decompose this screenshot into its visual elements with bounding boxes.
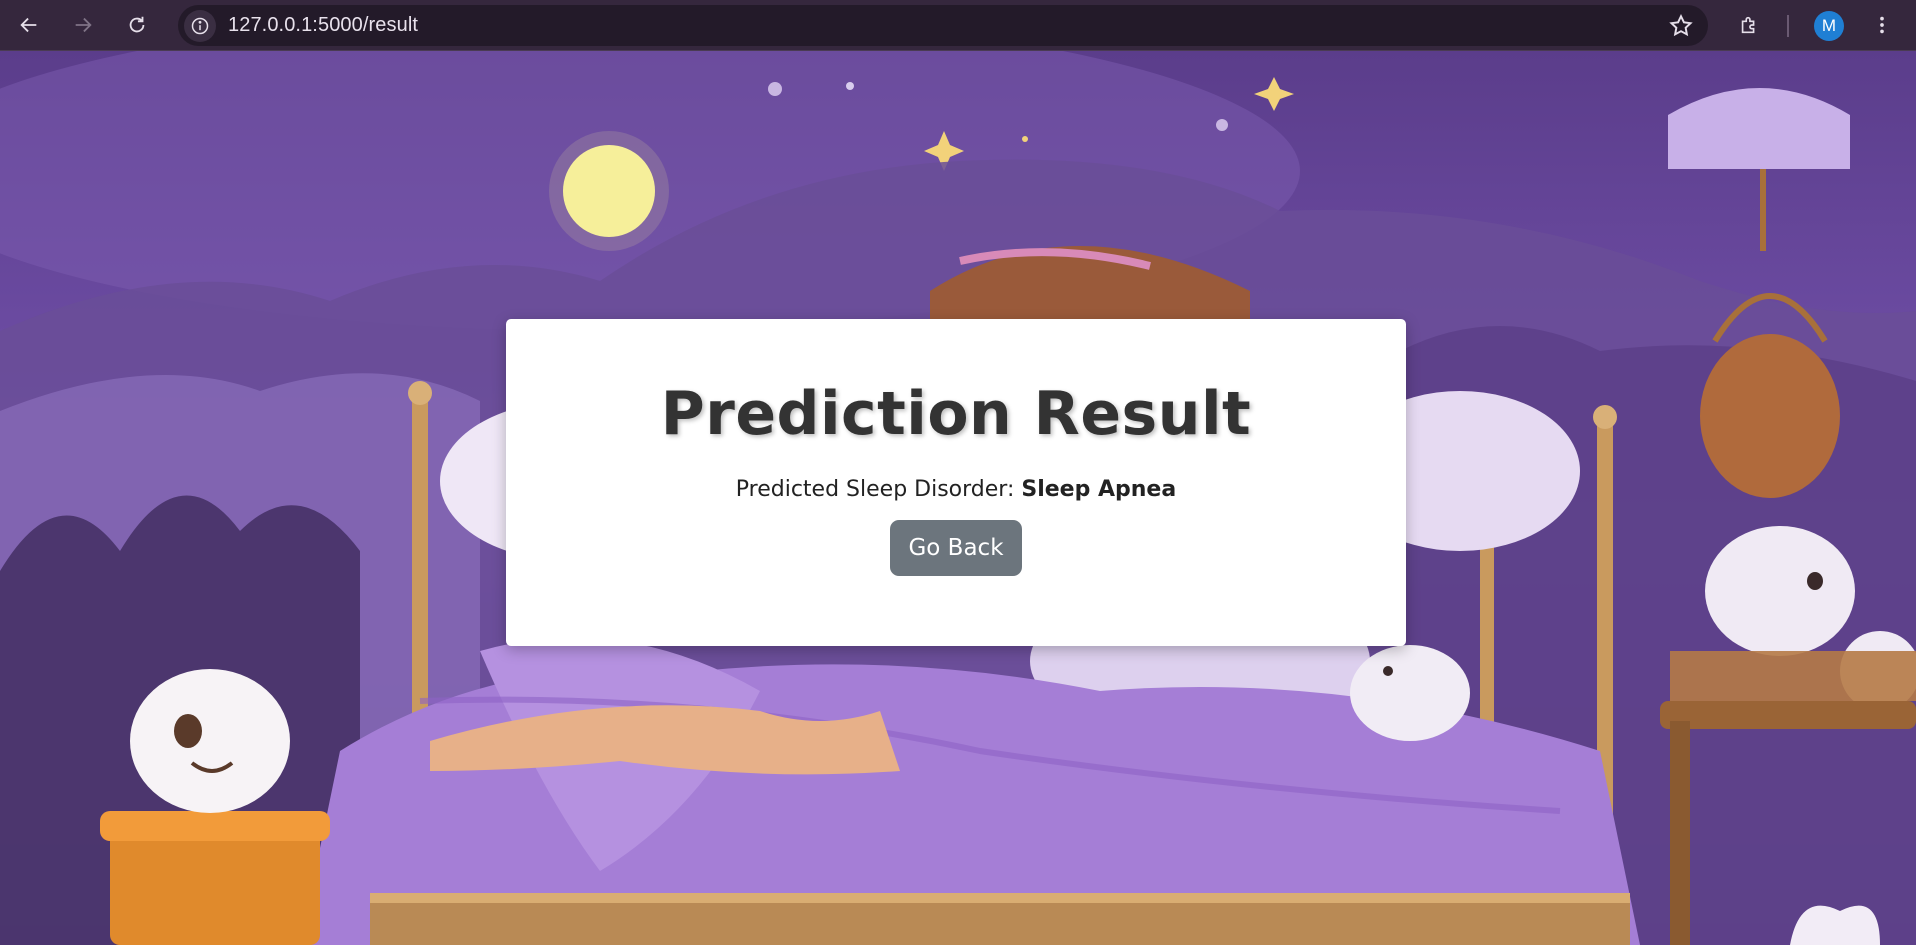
- prediction-value: Sleep Apnea: [1021, 477, 1177, 502]
- reload-button[interactable]: [119, 7, 155, 43]
- puzzle-icon: [1741, 16, 1755, 34]
- browser-menu-button[interactable]: [1864, 7, 1900, 43]
- prediction-text: Predicted Sleep Disorder: Sleep Apnea: [506, 477, 1406, 502]
- page-viewport: Prediction Result Predicted Sleep Disord…: [0, 51, 1916, 945]
- back-button[interactable]: [11, 7, 47, 43]
- forward-arrow-icon: [75, 17, 92, 33]
- info-icon: [191, 17, 209, 34]
- back-arrow-icon: [20, 17, 37, 33]
- star-icon[interactable]: [1668, 13, 1694, 39]
- forward-button[interactable]: [65, 7, 101, 43]
- address-bar[interactable]: 127.0.0.1:5000/result: [178, 5, 1708, 46]
- prediction-label: Predicted Sleep Disorder:: [735, 477, 1022, 502]
- page-title: Prediction Result: [660, 379, 1252, 449]
- reload-icon: [129, 16, 145, 33]
- site-info-button[interactable]: [184, 9, 216, 42]
- go-back-button[interactable]: Go Back: [890, 520, 1022, 576]
- profile-avatar[interactable]: M: [1814, 11, 1844, 41]
- browser-toolbar: 127.0.0.1:5000/result M: [0, 0, 1916, 51]
- kebab-menu-icon: [1880, 16, 1884, 34]
- extensions-button[interactable]: [1731, 7, 1767, 43]
- toolbar-divider: [1787, 15, 1789, 37]
- url-text[interactable]: 127.0.0.1:5000/result: [228, 14, 418, 37]
- result-card: Prediction Result Predicted Sleep Disord…: [506, 319, 1406, 646]
